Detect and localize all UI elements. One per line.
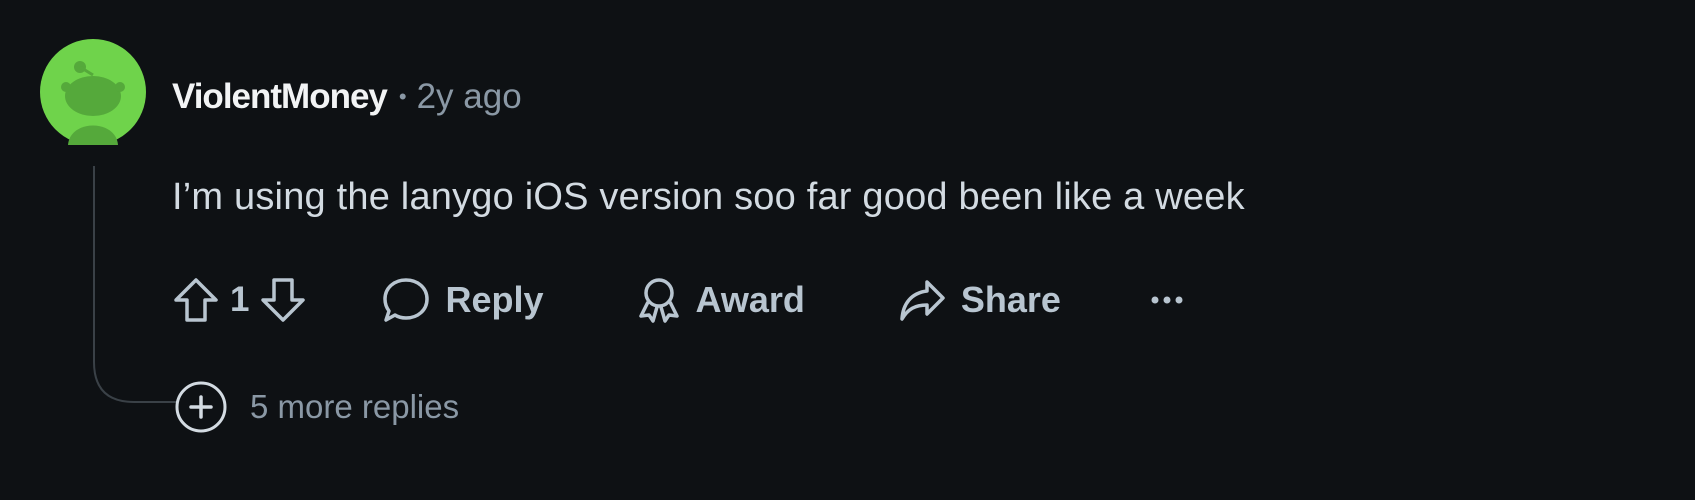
comment: ViolentMoney • 2y ago I’m using the lany… bbox=[0, 0, 1695, 500]
more-replies-label: 5 more replies bbox=[250, 388, 460, 425]
avatar[interactable] bbox=[40, 39, 146, 145]
arrow-down-icon bbox=[261, 278, 306, 322]
more-replies-button[interactable]: 5 more replies bbox=[174, 380, 459, 434]
share-button[interactable]: Share bbox=[897, 270, 1061, 330]
share-arrow-icon bbox=[900, 280, 945, 321]
vote-count: 1 bbox=[230, 280, 250, 319]
speech-bubble-icon bbox=[383, 278, 430, 322]
plus-circle-icon bbox=[175, 381, 227, 433]
comment-body: I’m using the lanygo iOS version soo far… bbox=[172, 176, 1245, 218]
reply-button[interactable]: Reply bbox=[381, 270, 544, 330]
comment-action-bar: 1 Reply Award Share bbox=[172, 270, 1187, 330]
award-ribbon-icon bbox=[638, 278, 679, 323]
reply-label: Reply bbox=[445, 279, 544, 320]
more-options-button[interactable] bbox=[1147, 270, 1187, 330]
ellipsis-icon bbox=[1151, 296, 1183, 304]
comment-timestamp[interactable]: 2y ago bbox=[417, 77, 522, 117]
share-label: Share bbox=[960, 279, 1061, 320]
separator-dot: • bbox=[398, 84, 407, 109]
username-link[interactable]: ViolentMoney bbox=[172, 77, 388, 117]
arrow-up-icon bbox=[174, 278, 218, 322]
downvote-button[interactable] bbox=[259, 270, 307, 330]
upvote-button[interactable] bbox=[172, 270, 220, 330]
award-button[interactable]: Award bbox=[636, 270, 805, 330]
award-label: Award bbox=[695, 279, 805, 320]
comment-header: ViolentMoney • 2y ago bbox=[172, 72, 522, 122]
thread-line[interactable] bbox=[93, 166, 177, 404]
